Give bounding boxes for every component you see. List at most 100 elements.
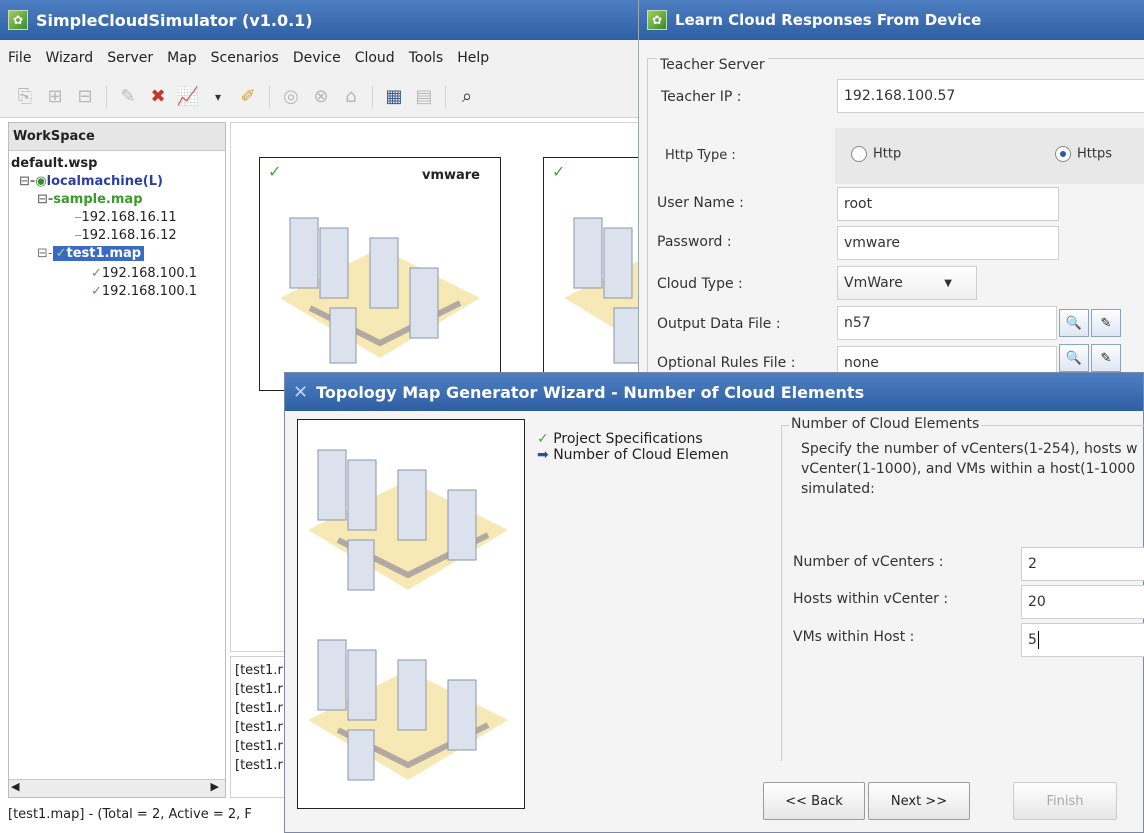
wizard-description: Specify the number of vCenters(1-254), h… bbox=[801, 441, 1138, 497]
app-icon: ✿ bbox=[647, 10, 667, 30]
edit-rules-button[interactable]: ✎ bbox=[1091, 344, 1121, 372]
toolbar: ⎘ ⊞ ⊟ ✎ ✖ 📈 ▾ ✐ ◎ ⊗ ⌂ ▦ ▤ ⌕ bbox=[0, 76, 640, 118]
log-line: [test1.r bbox=[235, 682, 283, 697]
back-button[interactable]: << Back bbox=[763, 782, 865, 820]
hosts-input[interactable]: 20 bbox=[1021, 585, 1144, 619]
scroll-left-icon[interactable]: ◀ bbox=[11, 780, 19, 793]
menu-scenarios[interactable]: Scenarios bbox=[211, 50, 279, 66]
wizard-steps: ✓ Project Specifications ➡ Number of Clo… bbox=[537, 431, 729, 463]
scroll-right-icon[interactable]: ▶ bbox=[211, 780, 219, 793]
test1-map-selected[interactable]: ✓test1.map bbox=[52, 246, 145, 261]
teacher-ip-input[interactable]: 192.168.100.57 bbox=[837, 79, 1144, 113]
chevron-down-icon: ▼ bbox=[944, 277, 952, 289]
dropdown-arrow-icon[interactable]: ▾ bbox=[205, 84, 231, 110]
map-card-1[interactable]: ✓ vmware bbox=[259, 157, 501, 391]
output-file-label: Output Data File : bbox=[657, 316, 781, 332]
expand-icon[interactable]: ⊟- bbox=[19, 174, 35, 189]
group-label: Teacher Server bbox=[657, 57, 768, 73]
chart-icon[interactable]: 📈 bbox=[175, 84, 201, 110]
browse-rules-button[interactable]: 🔍 bbox=[1059, 344, 1089, 372]
toolbar-separator bbox=[445, 85, 446, 108]
vms-input[interactable]: 5 bbox=[1021, 623, 1144, 657]
search-icon: 🔍 bbox=[1065, 350, 1083, 366]
menu-cloud[interactable]: Cloud bbox=[355, 50, 395, 66]
note-icon[interactable]: ✐ bbox=[235, 84, 261, 110]
log-line: [test1.r bbox=[235, 663, 283, 678]
server-cluster-image bbox=[280, 217, 480, 364]
vcenters-input[interactable]: 2 bbox=[1021, 547, 1144, 581]
password-input[interactable]: vmware bbox=[837, 226, 1059, 260]
learn-dialog-title-bar[interactable]: ✿ Learn Cloud Responses From Device bbox=[639, 0, 1144, 40]
check-icon: ✓ bbox=[537, 431, 549, 447]
tree-node-machine[interactable]: ⊟-◉localmachine(L) bbox=[19, 173, 163, 191]
finish-button[interactable]: Finish bbox=[1013, 782, 1117, 820]
tree-leaf-ip[interactable]: ⎯192.168.16.12 bbox=[75, 227, 177, 245]
learn-dialog: ✿ Learn Cloud Responses From Device Teac… bbox=[638, 0, 1144, 380]
edit-icon: ✎ bbox=[1100, 315, 1112, 331]
tree-leaf-ip[interactable]: ⎯192.168.16.11 bbox=[75, 209, 177, 227]
wizard-title: Topology Map Generator Wizard - Number o… bbox=[316, 382, 865, 402]
log-line: [test1.r bbox=[235, 758, 283, 773]
edit-icon: ✎ bbox=[1100, 350, 1112, 366]
next-button[interactable]: Next >> bbox=[868, 782, 970, 820]
password-label: Password : bbox=[657, 234, 732, 250]
binoculars-icon[interactable]: ⌕ bbox=[454, 84, 480, 110]
new-icon[interactable]: ⎘ bbox=[12, 84, 38, 110]
stop-icon[interactable]: ⊗ bbox=[308, 84, 334, 110]
menu-file[interactable]: File bbox=[8, 50, 31, 66]
https-radio[interactable]: Https bbox=[1055, 146, 1112, 162]
tree-leaf-ip[interactable]: ✓192.168.100.1 bbox=[91, 283, 197, 301]
workspace-panel: WorkSpace default.wsp ⊟-◉localmachine(L)… bbox=[8, 122, 226, 798]
menu-help[interactable]: Help bbox=[457, 50, 489, 66]
open-icon[interactable]: ⊞ bbox=[42, 84, 68, 110]
edit-icon[interactable]: ✎ bbox=[115, 84, 141, 110]
output-file-input[interactable]: n57 bbox=[837, 306, 1057, 340]
properties-icon[interactable]: ⌂ bbox=[338, 84, 364, 110]
check-icon: ✓ bbox=[268, 162, 282, 181]
http-radio[interactable]: Http bbox=[851, 146, 901, 162]
step-project-specifications: ✓ Project Specifications bbox=[537, 431, 703, 447]
expand-icon[interactable]: ⊟- bbox=[37, 246, 53, 261]
edit-output-button[interactable]: ✎ bbox=[1091, 309, 1121, 337]
teacher-ip-label: Teacher IP : bbox=[661, 89, 742, 105]
menu-device[interactable]: Device bbox=[293, 50, 341, 66]
log-line: [test1.r bbox=[235, 739, 283, 754]
check-icon: ✓ bbox=[552, 162, 566, 181]
tree-node-sample-map[interactable]: ⊟-sample.map bbox=[37, 191, 143, 209]
text-cursor bbox=[1037, 631, 1039, 649]
cloud-type-label: Cloud Type : bbox=[657, 276, 743, 292]
status-bar: [test1.map] - (Total = 2, Active = 2, F bbox=[8, 807, 252, 822]
table-icon[interactable]: ▦ bbox=[381, 84, 407, 110]
horizontal-scrollbar[interactable]: ◀ ▶ bbox=[9, 779, 225, 797]
wizard-title-bar[interactable]: ✕ Topology Map Generator Wizard - Number… bbox=[285, 373, 1143, 411]
wizard-icon: ✕ bbox=[293, 381, 309, 403]
menu-wizard[interactable]: Wizard bbox=[45, 50, 93, 66]
save-icon[interactable]: ⊟ bbox=[72, 84, 98, 110]
main-window-title: SimpleCloudSimulator (v1.0.1) bbox=[36, 10, 313, 30]
tree-leaf-ip[interactable]: ✓192.168.100.1 bbox=[91, 265, 197, 283]
radio-icon bbox=[851, 146, 867, 162]
username-input[interactable]: root bbox=[837, 187, 1059, 221]
menu-tools[interactable]: Tools bbox=[409, 50, 444, 66]
menu-server[interactable]: Server bbox=[107, 50, 153, 66]
group-label: Number of Cloud Elements bbox=[789, 416, 982, 432]
main-title-bar[interactable]: ✿ SimpleCloudSimulator (v1.0.1) bbox=[0, 0, 640, 40]
vmware-logo: vmware bbox=[421, 168, 480, 183]
expand-icon[interactable]: ⊟- bbox=[37, 192, 53, 207]
menu-map[interactable]: Map bbox=[167, 50, 197, 66]
grid-icon[interactable]: ▤ bbox=[411, 84, 437, 110]
radio-selected-icon bbox=[1055, 146, 1071, 162]
tree-root[interactable]: default.wsp bbox=[11, 155, 97, 173]
vms-label: VMs within Host : bbox=[793, 629, 915, 645]
cloud-type-select[interactable]: VmWare ▼ bbox=[837, 266, 977, 300]
browse-output-button[interactable]: 🔍 bbox=[1059, 309, 1089, 337]
learn-dialog-title: Learn Cloud Responses From Device bbox=[675, 11, 982, 29]
vcenters-label: Number of vCenters : bbox=[793, 554, 944, 570]
username-label: User Name : bbox=[657, 195, 744, 211]
start-icon[interactable]: ◎ bbox=[278, 84, 304, 110]
delete-icon[interactable]: ✖ bbox=[145, 84, 171, 110]
tree-node-test1-map[interactable]: ⊟- ✓test1.map bbox=[37, 245, 145, 263]
log-line: [test1.r bbox=[235, 701, 283, 716]
toolbar-separator bbox=[372, 85, 373, 108]
toolbar-separator bbox=[106, 85, 107, 108]
